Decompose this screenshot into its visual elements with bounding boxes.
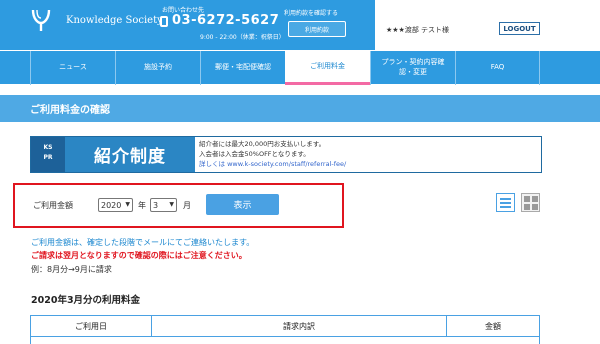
billing-table: ご利用日 請求内訳 金額	[30, 315, 540, 344]
logout-button[interactable]: LOGOUT	[499, 22, 540, 35]
header-blue-panel: Knowledge Society お問い合わせ先 03-6272-5627 9…	[0, 0, 375, 50]
ks-pr-badge: KS PR	[31, 137, 65, 172]
referral-line-1: 紹介者には最大20,000円お支払いします。	[199, 140, 326, 148]
billing-month-title: 2020年3月分の利用料金	[31, 295, 141, 306]
pr-label: PR	[43, 153, 53, 161]
month-unit: 月	[183, 201, 191, 210]
year-value: 2020	[101, 200, 122, 210]
top-header: Knowledge Society お問い合わせ先 03-6272-5627 9…	[0, 0, 600, 50]
nav-item-facility-reservation[interactable]: 施設予約	[115, 51, 200, 85]
referral-banner[interactable]: KS PR 紹介制度 紹介者には最大20,000円お支払いします。 入会者は入会…	[30, 136, 542, 173]
column-header-breakdown: 請求内訳	[151, 316, 446, 337]
logo-icon	[31, 9, 51, 31]
nav-item-mail-check[interactable]: 郵便・宅配便確認	[200, 51, 285, 85]
main-nav: ニュース 施設予約 郵便・宅配便確認 ご利用料金 プラン・契約内容確認・変更 F…	[0, 50, 600, 85]
nav-item-usage-fee[interactable]: ご利用料金	[285, 51, 370, 85]
phone-icon	[160, 16, 168, 27]
show-button[interactable]: 表示	[206, 194, 279, 215]
nav-item-faq[interactable]: FAQ	[455, 51, 540, 85]
year-unit: 年	[138, 201, 146, 210]
example-notice: 例：8月分→9月に請求	[31, 265, 112, 274]
usage-amount-label: ご利用金額	[33, 201, 73, 210]
grid-view-icon[interactable]	[521, 193, 540, 212]
referral-description: 紹介者には最大20,000円お支払いします。 入会者は入会金50%OFFとなりま…	[199, 139, 346, 169]
chevron-down-icon: ▼	[169, 201, 174, 208]
usage-filter-form: ご利用金額 2020 ▼ 年 3 ▼ 月 表示	[13, 183, 344, 228]
info-notice: ご利用金額は、確定した段階でメールにてご連絡いたします。	[31, 238, 255, 247]
month-value: 3	[153, 200, 159, 210]
logo-text: Knowledge Society	[66, 15, 163, 26]
nav-item-plan-contract[interactable]: プラン・契約内容確認・変更	[370, 51, 455, 85]
list-view-icon[interactable]	[496, 193, 515, 212]
usage-terms-button[interactable]: 利用約款	[288, 21, 346, 37]
column-header-usage-date: ご利用日	[31, 316, 151, 337]
referral-title: 紹介制度	[65, 137, 195, 172]
phone-number: 03-6272-5627	[172, 13, 280, 28]
year-select[interactable]: 2020 ▼	[98, 198, 133, 212]
column-header-amount: 金額	[446, 316, 539, 337]
user-name: ★★★渡部 テスト様	[386, 26, 450, 34]
nav-item-news[interactable]: ニュース	[30, 51, 115, 85]
business-hours: 9:00 - 22:00（休業：祝祭日）	[200, 34, 285, 41]
referral-link[interactable]: 詳しくは www.k-society.com/staff/referral-fe…	[199, 159, 346, 169]
warning-notice: ご請求は翌月となりますので確認の際にはご注意ください。	[31, 251, 247, 260]
page-title: ご利用料金の確認	[0, 95, 600, 122]
usage-terms-note: 利用約款を確認する	[284, 10, 339, 17]
ks-label: KS	[43, 144, 53, 151]
chevron-down-icon: ▼	[125, 201, 130, 208]
referral-line-2: 入会者は入会金50%OFFとなります。	[199, 150, 310, 159]
month-select[interactable]: 3 ▼	[150, 198, 177, 212]
